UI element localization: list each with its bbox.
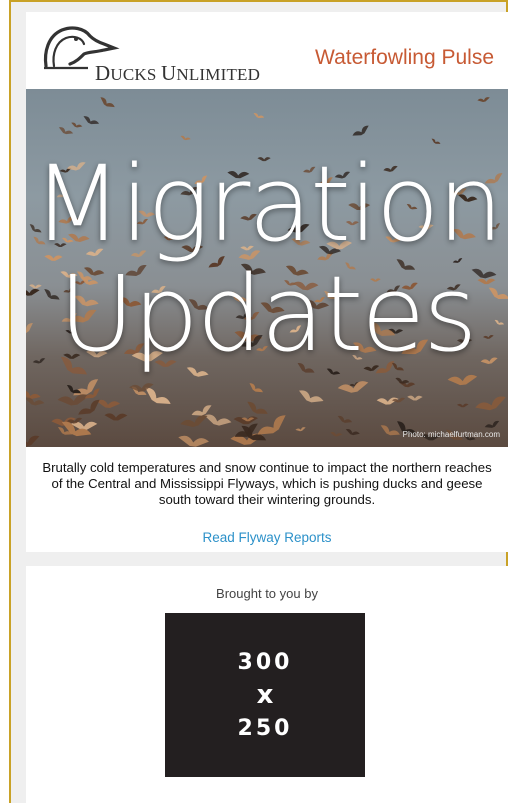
duck-silhouette <box>456 403 469 408</box>
duck-silhouette <box>71 122 83 128</box>
newsletter-title: Waterfowling Pulse <box>315 46 494 69</box>
duck-silhouette <box>477 97 490 103</box>
duck-silhouette <box>330 432 343 437</box>
duck-silhouette <box>295 427 306 432</box>
duck-silhouette <box>337 381 369 393</box>
duck-silhouette <box>247 401 268 414</box>
duck-silhouette <box>253 112 265 119</box>
hero-headline-line1: Migration <box>32 143 504 265</box>
sponsor-card: Brought to you by 300 x 250 <box>26 566 508 803</box>
hero-image[interactable]: Migration Updates Photo: michaelfurtman.… <box>26 89 508 447</box>
duck-silhouette <box>100 97 115 108</box>
ad-placeholder[interactable]: 300 x 250 <box>165 613 365 777</box>
newsletter-card: DUCKS UNLIMITED Waterfowling Pulse Migra… <box>26 12 508 552</box>
duck-silhouette <box>407 395 423 401</box>
duck-silhouette <box>249 383 263 393</box>
duck-silhouette <box>104 413 128 421</box>
duck-silhouette <box>337 415 353 423</box>
duck-silhouette <box>180 135 191 141</box>
ducks-unlimited-logo[interactable]: DUCKS UNLIMITED <box>40 22 260 85</box>
duck-silhouette <box>26 397 45 406</box>
photo-credit: Photo: michaelfurtman.com <box>402 430 500 439</box>
duck-silhouette <box>83 116 99 125</box>
duck-silhouette <box>484 420 500 428</box>
duck-silhouette <box>352 125 369 136</box>
duck-silhouette <box>26 435 40 447</box>
logo-wordmark: DUCKS UNLIMITED <box>95 61 261 85</box>
duck-silhouette <box>447 374 478 386</box>
ad-width-label: 300 <box>237 649 293 675</box>
read-flyway-reports-link[interactable]: Read Flyway Reports <box>26 530 508 545</box>
ad-x-label: x <box>256 679 274 710</box>
duck-silhouette <box>57 394 90 406</box>
sponsor-label: Brought to you by <box>216 586 318 601</box>
ad-height-label: 250 <box>237 715 293 741</box>
duck-silhouette <box>380 425 400 436</box>
duck-silhouette <box>345 428 360 436</box>
duck-silhouette <box>475 396 506 411</box>
duck-silhouette <box>298 390 324 403</box>
duck-silhouette <box>204 414 232 426</box>
duck-silhouette <box>58 127 74 135</box>
hero-headline-line2: Updates <box>58 253 478 375</box>
intro-paragraph: Brutally cold temperatures and snow cont… <box>42 460 492 507</box>
duck-silhouette <box>178 435 209 447</box>
duck-silhouette <box>180 415 208 428</box>
duck-silhouette <box>96 399 121 409</box>
